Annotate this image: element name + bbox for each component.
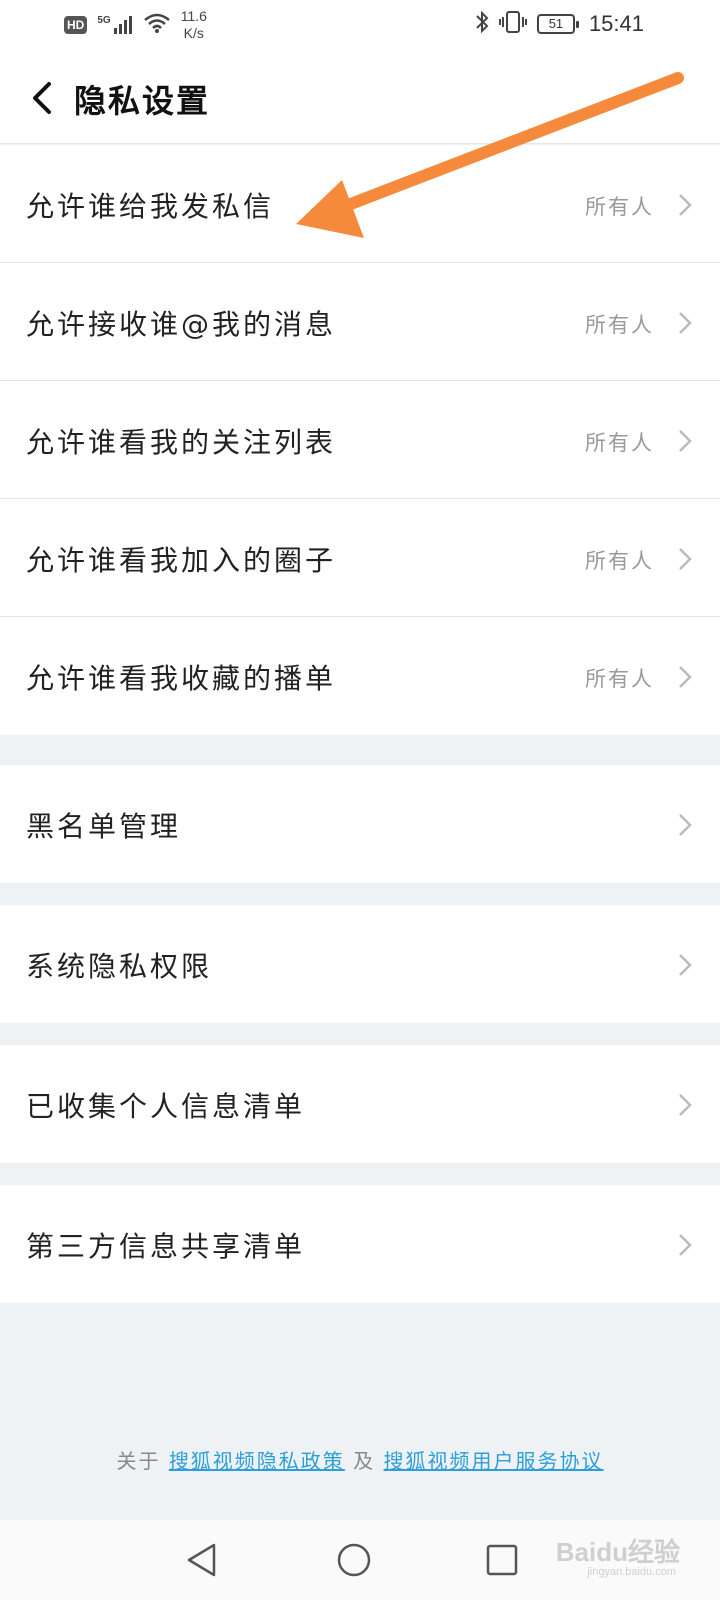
status-time: 15:41 [588, 11, 644, 36]
chevron-right-icon [679, 548, 692, 570]
back-arrow-icon [33, 82, 51, 114]
network-speed-unit: K/s [183, 25, 204, 41]
chevron-right-icon [679, 814, 692, 836]
triangle-back-icon [187, 1543, 216, 1577]
setting-row-collected-info[interactable]: 已收集个人信息清单 [0, 1045, 720, 1163]
setting-row-blacklist[interactable]: 黑名单管理 [0, 765, 720, 883]
setting-row-mentions[interactable]: 允许接收谁@我的消息 所有人 [0, 263, 720, 381]
system-nav-bar: Baidu经验 jingyan.baidu.com [0, 1520, 720, 1600]
nav-recents-button[interactable] [478, 1538, 526, 1582]
back-button[interactable] [22, 76, 62, 120]
setting-row-private-messages[interactable]: 允许谁给我发私信 所有人 [0, 145, 720, 263]
baidu-watermark: Baidu经验 [555, 1537, 680, 1567]
setting-label: 黑名单管理 [26, 810, 182, 843]
setting-label: 第三方信息共享清单 [26, 1230, 306, 1263]
baidu-watermark-url: jingyan.baidu.com [587, 1566, 676, 1578]
hd-badge: HD [64, 16, 88, 34]
network-speed: 11.6 K/s [181, 8, 207, 42]
setting-row-joined-circles[interactable]: 允许谁看我加入的圈子 所有人 [0, 499, 720, 617]
status-bar: HD 5G 11.6 K/s 51 15:41 [0, 0, 720, 50]
circle-home-icon [337, 1543, 371, 1577]
setting-label: 允许谁看我的关注列表 [26, 426, 337, 459]
setting-label: 允许谁给我发私信 [26, 190, 275, 223]
battery-indicator: 51 [536, 14, 579, 34]
setting-value: 所有人 [585, 313, 654, 337]
setting-label: 允许谁看我收藏的播单 [26, 662, 337, 695]
nav-back-button[interactable] [178, 1538, 226, 1582]
footer-agreements: 关于 搜狐视频隐私政策 及 搜狐视频用户服务协议 [0, 1445, 720, 1474]
signal-label: 5G [97, 15, 111, 26]
network-speed-value: 11.6 [180, 8, 207, 24]
chevron-right-icon [679, 666, 692, 688]
bluetooth-icon [475, 10, 489, 38]
setting-value: 所有人 [585, 431, 654, 455]
square-recents-icon [486, 1544, 518, 1576]
setting-label: 已收集个人信息清单 [26, 1090, 306, 1123]
chevron-right-icon [679, 194, 692, 216]
chevron-right-icon [679, 312, 692, 334]
privacy-permissions-group: 允许谁给我发私信 所有人 允许接收谁@我的消息 所有人 允许谁看我的关注列表 所… [0, 145, 720, 735]
app-header: 隐私设置 [0, 50, 720, 144]
user-agreement-link[interactable]: 搜狐视频用户服务协议 [384, 1449, 604, 1473]
blacklist-group: 黑名单管理 [0, 765, 720, 883]
vibrate-icon [498, 10, 527, 38]
system-permissions-group: 系统隐私权限 [0, 905, 720, 1023]
chevron-right-icon [679, 430, 692, 452]
status-bar-right: 51 15:41 [475, 10, 644, 38]
third-party-sharing-group: 第三方信息共享清单 [0, 1185, 720, 1303]
setting-label: 允许谁看我加入的圈子 [26, 544, 337, 577]
chevron-right-icon [679, 954, 692, 976]
setting-value: 所有人 [585, 195, 654, 219]
setting-label: 允许接收谁@我的消息 [26, 308, 337, 341]
setting-row-following-list[interactable]: 允许谁看我的关注列表 所有人 [0, 381, 720, 499]
wifi-icon [143, 12, 171, 38]
setting-row-saved-playlists[interactable]: 允许谁看我收藏的播单 所有人 [0, 617, 720, 735]
page-title: 隐私设置 [74, 82, 211, 120]
signal-5g-icon: 5G [97, 15, 132, 35]
collected-info-group: 已收集个人信息清单 [0, 1045, 720, 1163]
footer-prefix: 关于 [116, 1449, 161, 1473]
setting-row-third-party-sharing[interactable]: 第三方信息共享清单 [0, 1185, 720, 1303]
setting-value: 所有人 [585, 549, 654, 573]
privacy-policy-link[interactable]: 搜狐视频隐私政策 [169, 1449, 345, 1473]
chevron-right-icon [679, 1094, 692, 1116]
setting-label: 系统隐私权限 [26, 950, 213, 983]
setting-row-system-permissions[interactable]: 系统隐私权限 [0, 905, 720, 1023]
nav-home-button[interactable] [330, 1538, 378, 1582]
footer-conjunction: 及 [353, 1449, 376, 1473]
chevron-right-icon [679, 1234, 692, 1256]
setting-value: 所有人 [585, 667, 654, 691]
status-bar-left: HD 5G 11.6 K/s [64, 8, 207, 42]
